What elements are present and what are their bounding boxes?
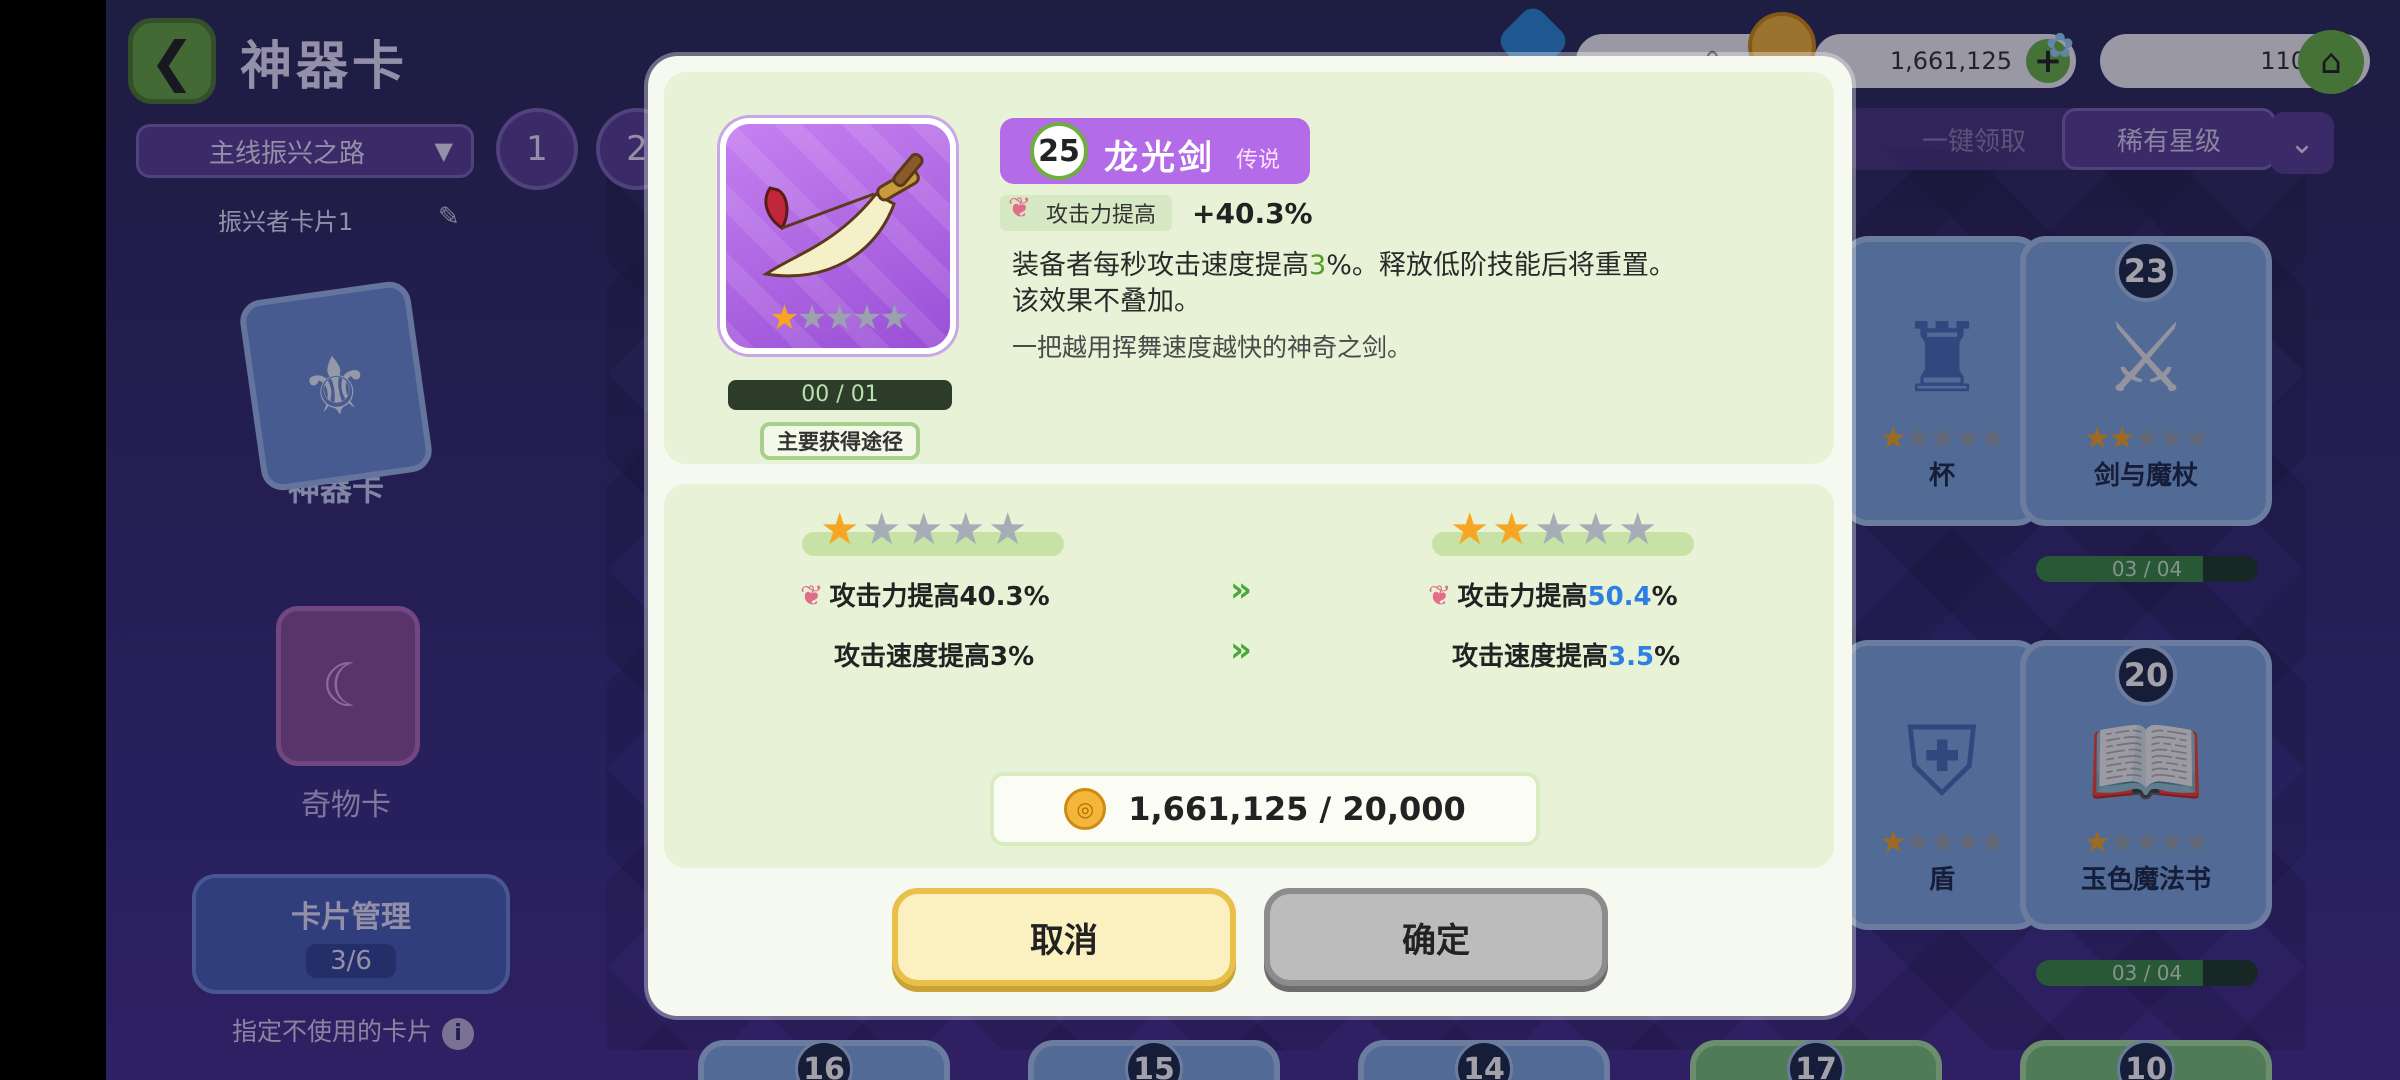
item-card-art: ★★★★★ [720,118,956,354]
attack-icon: ❦ [800,579,824,612]
item-level: 25 [1030,122,1088,180]
current-attack: ❦ 攻击力提高40.3% [800,579,1050,612]
next-speed: 攻击速度提高3.5% [1452,642,1681,672]
item-description: 装备者每秒攻击速度提高3%。释放低阶技能后将重置。 该效果不叠加。 [1012,250,1676,317]
upgrade-dialog: ✕ ★★★★★ 00 / 01 主要获得途径 25 龙光剑 传说 ❦攻击力提高 … [648,56,1852,1016]
main-stat: ❦ 攻击力提高 +40.3% [1000,191,1313,231]
current-speed: 攻击速度提高3% [834,642,1035,672]
next-attack: ❦ 攻击力提高50.4% [1428,579,1678,612]
item-name: 龙光剑 [1104,138,1215,178]
confirm-button[interactable]: 确定 [1264,888,1608,986]
star-rating: ★★★★★ [769,298,909,338]
next-stars: ★ ★ ★ ★ ★ [1432,500,1694,560]
cancel-button[interactable]: 取消 [892,888,1236,986]
rarity-label: 传说 [1236,148,1281,173]
attack-icon: ❦ [1428,579,1452,612]
flavor-text: 一把越用挥舞速度越快的神奇之剑。 [1012,333,1413,362]
current-stars: ★ ★ ★ ★ ★ [802,500,1064,560]
source-button[interactable]: 主要获得途径 [760,422,920,460]
item-info-panel: ★★★★★ 00 / 01 主要获得途径 25 龙光剑 传说 ❦ 攻击力提高 +4… [664,72,1834,464]
coin-icon: ◎ [1064,788,1107,830]
sword-icon [762,152,924,278]
upgrade-cost: ◎ 1,661,125 / 20,000 [990,772,1540,846]
upgrade-compare-panel: ★ ★ ★ ★ ★ ★ ★ ★ ★ ★ ❦ 攻击力提高40.3% » ❦ 攻击力提高50.4% 攻击… [664,484,1834,868]
double-arrow-icon: » [1230,630,1252,670]
card-progress: 00 / 01 [728,380,952,410]
double-arrow-icon: » [1230,570,1252,610]
attack-icon: ❦ [1008,191,1032,224]
